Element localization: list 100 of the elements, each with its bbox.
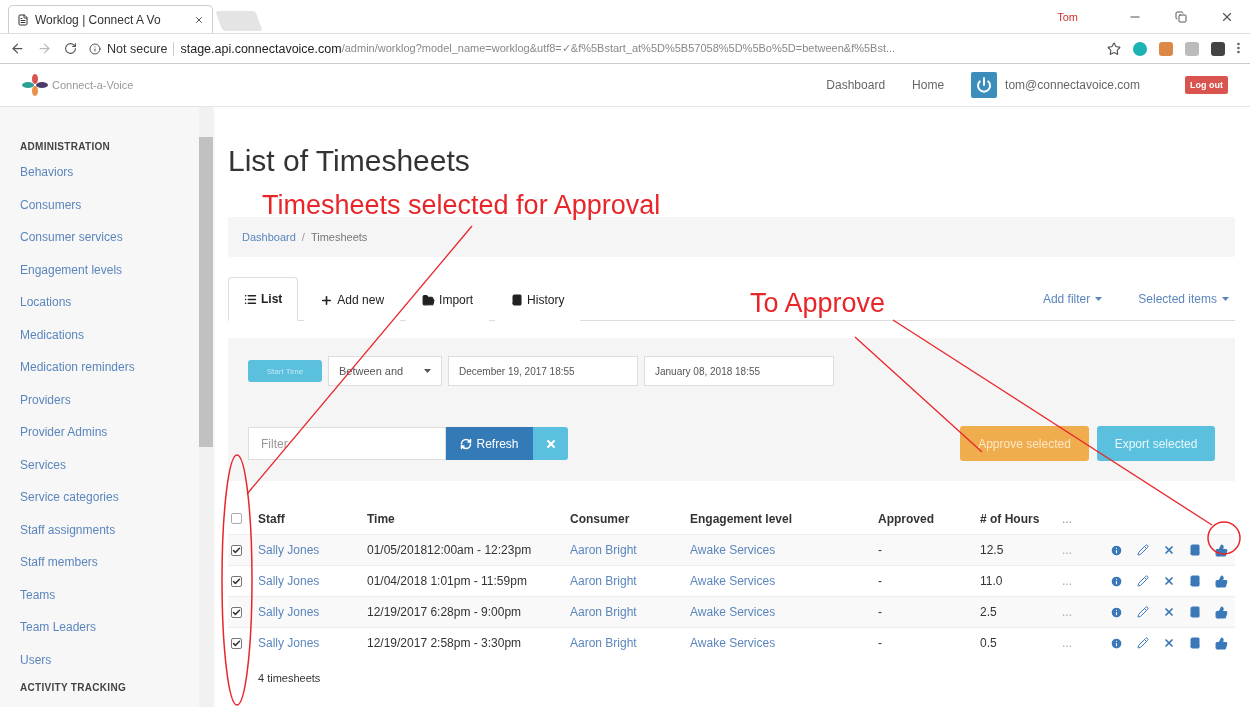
tab[interactable]: List xyxy=(228,277,299,321)
sidebar-item[interactable]: Medications xyxy=(20,324,197,357)
checkbox[interactable] xyxy=(231,606,242,618)
annotation-text: To Approve xyxy=(750,288,886,319)
edit-icon[interactable] xyxy=(1137,606,1149,618)
book-icon[interactable] xyxy=(1189,544,1201,556)
book-icon[interactable] xyxy=(1189,606,1201,618)
sidebar-item[interactable]: Providers xyxy=(20,389,197,422)
checkbox[interactable] xyxy=(231,513,242,524)
brand-name: Connect-a-Voice xyxy=(52,79,134,91)
consumer-link[interactable]: Aaron Bright xyxy=(570,596,690,627)
caret-icon xyxy=(424,369,431,373)
column-header: Approved xyxy=(878,510,935,528)
sidebar-item[interactable]: Engagement levels xyxy=(20,259,197,292)
star-icon[interactable] xyxy=(1107,41,1121,56)
sidebar-item[interactable]: Services xyxy=(20,454,197,487)
table-cell: ... xyxy=(1062,596,1110,627)
close-icon xyxy=(544,437,557,450)
checkbox[interactable] xyxy=(231,637,242,649)
restore-icon[interactable] xyxy=(1175,11,1187,23)
caret-icon xyxy=(1222,296,1229,301)
export-button[interactable]: Export selected xyxy=(1097,426,1215,461)
book-icon[interactable] xyxy=(1189,637,1201,649)
profile-name[interactable]: Tom xyxy=(1057,10,1078,23)
info-icon[interactable] xyxy=(89,42,101,55)
engagement-link[interactable]: Awake Services xyxy=(690,534,878,565)
thumbs-up-icon[interactable] xyxy=(1215,636,1228,650)
date-field[interactable]: December 19, 2017 18:55 xyxy=(448,356,638,386)
sidebar-item[interactable]: Consumer services xyxy=(20,227,197,260)
url-path[interactable]: /admin/worklog?model_name=worklog&utf8=✓&f%5Bstart_at%5D%5B57058%5D%5Bo%5D=between&f%5Bst... xyxy=(341,42,896,55)
section-title: ADMINISTRATION xyxy=(20,141,112,152)
thumbs-up-icon[interactable] xyxy=(1215,574,1228,588)
close-icon[interactable] xyxy=(1220,10,1234,24)
sidebar-item[interactable]: Consumers xyxy=(20,194,197,227)
checkbox[interactable] xyxy=(231,544,242,556)
thumbs-up-icon[interactable] xyxy=(1215,605,1228,619)
nav-link[interactable]: Home xyxy=(912,78,945,92)
breadcrumb-link[interactable]: Dashboard xyxy=(242,231,296,243)
reload-icon[interactable] xyxy=(64,42,77,55)
staff-link[interactable]: Sally Jones xyxy=(258,534,367,565)
logout-button[interactable]: Log out xyxy=(1185,76,1228,94)
highlight-circle xyxy=(1207,521,1241,555)
sidebar-item[interactable]: Staff assignments xyxy=(20,519,197,552)
sidebar-item[interactable]: Staff members xyxy=(20,552,197,585)
caret-icon xyxy=(1095,296,1103,301)
tab-title: Worklog | Connect A Vo xyxy=(35,12,161,27)
engagement-link[interactable]: Awake Services xyxy=(690,596,878,627)
delete-icon[interactable] xyxy=(1163,637,1175,649)
power-button[interactable] xyxy=(971,72,998,98)
staff-link[interactable]: Sally Jones xyxy=(258,596,367,627)
filter-field[interactable]: Filter xyxy=(248,427,446,460)
book-icon xyxy=(511,294,524,306)
thumbs-up-icon[interactable] xyxy=(1215,543,1228,557)
page-title: List of Timesheets xyxy=(228,143,471,179)
edit-icon[interactable] xyxy=(1137,575,1149,587)
dropdown-menu[interactable]: Selected items xyxy=(1132,290,1235,307)
browser-tab[interactable]: Worklog | Connect A Vo xyxy=(8,5,213,33)
sidebar-item[interactable]: Service categories xyxy=(20,487,197,520)
table-cell: - xyxy=(878,596,980,627)
sidebar-item[interactable]: Locations xyxy=(20,292,197,325)
page-icon xyxy=(17,13,29,26)
date-field[interactable]: January 08, 2018 18:55 xyxy=(644,356,834,386)
sidebar-item[interactable]: Medication reminders xyxy=(20,357,197,390)
delete-icon[interactable] xyxy=(1163,606,1175,618)
table-cell: 12.5 xyxy=(980,534,1062,565)
dropdown-menu[interactable]: Add filter xyxy=(1036,290,1109,307)
annotation-text: Timesheets selected for Approval xyxy=(262,190,661,221)
delete-icon[interactable] xyxy=(1163,544,1175,556)
book-icon[interactable] xyxy=(1189,575,1201,587)
logo-icon xyxy=(22,73,48,97)
sidebar-item[interactable]: Behaviors xyxy=(20,162,197,195)
column-header: Staff xyxy=(258,510,286,528)
refresh-icon xyxy=(460,437,473,450)
edit-icon[interactable] xyxy=(1137,637,1149,649)
sidebar-item[interactable]: Team Leaders xyxy=(20,617,197,650)
section-title: ACTIVITY TRACKING xyxy=(20,682,128,693)
extension-icon[interactable] xyxy=(1211,41,1225,56)
column-header: Consumer xyxy=(570,510,631,528)
list-icon xyxy=(244,292,257,306)
sidebar-item[interactable]: Provider Admins xyxy=(20,422,197,455)
delete-icon[interactable] xyxy=(1163,575,1175,587)
menu-icon[interactable] xyxy=(1237,41,1240,54)
back-icon[interactable] xyxy=(10,41,25,56)
sidebar-item[interactable]: Users xyxy=(20,649,197,682)
consumer-link[interactable]: Aaron Bright xyxy=(570,534,690,565)
security-label: Not secure xyxy=(107,41,168,56)
close-icon[interactable] xyxy=(194,14,204,25)
table-cell: ... xyxy=(1062,534,1110,565)
record-count: 4 timesheets xyxy=(258,672,322,684)
table-cell: 2.5 xyxy=(980,596,1062,627)
column-header: Time xyxy=(367,510,396,528)
checkbox[interactable] xyxy=(231,575,242,587)
refresh-button[interactable]: Refresh xyxy=(446,427,533,460)
edit-icon[interactable] xyxy=(1137,544,1149,556)
plus-icon xyxy=(320,293,334,307)
nav-link[interactable]: Dashboard xyxy=(826,78,886,92)
url-host[interactable]: stage.api.connectavoice.com xyxy=(173,41,342,56)
column-header: Engagement level xyxy=(690,510,794,528)
scrollbar[interactable] xyxy=(199,107,213,707)
sidebar-item[interactable]: Teams xyxy=(20,584,197,617)
